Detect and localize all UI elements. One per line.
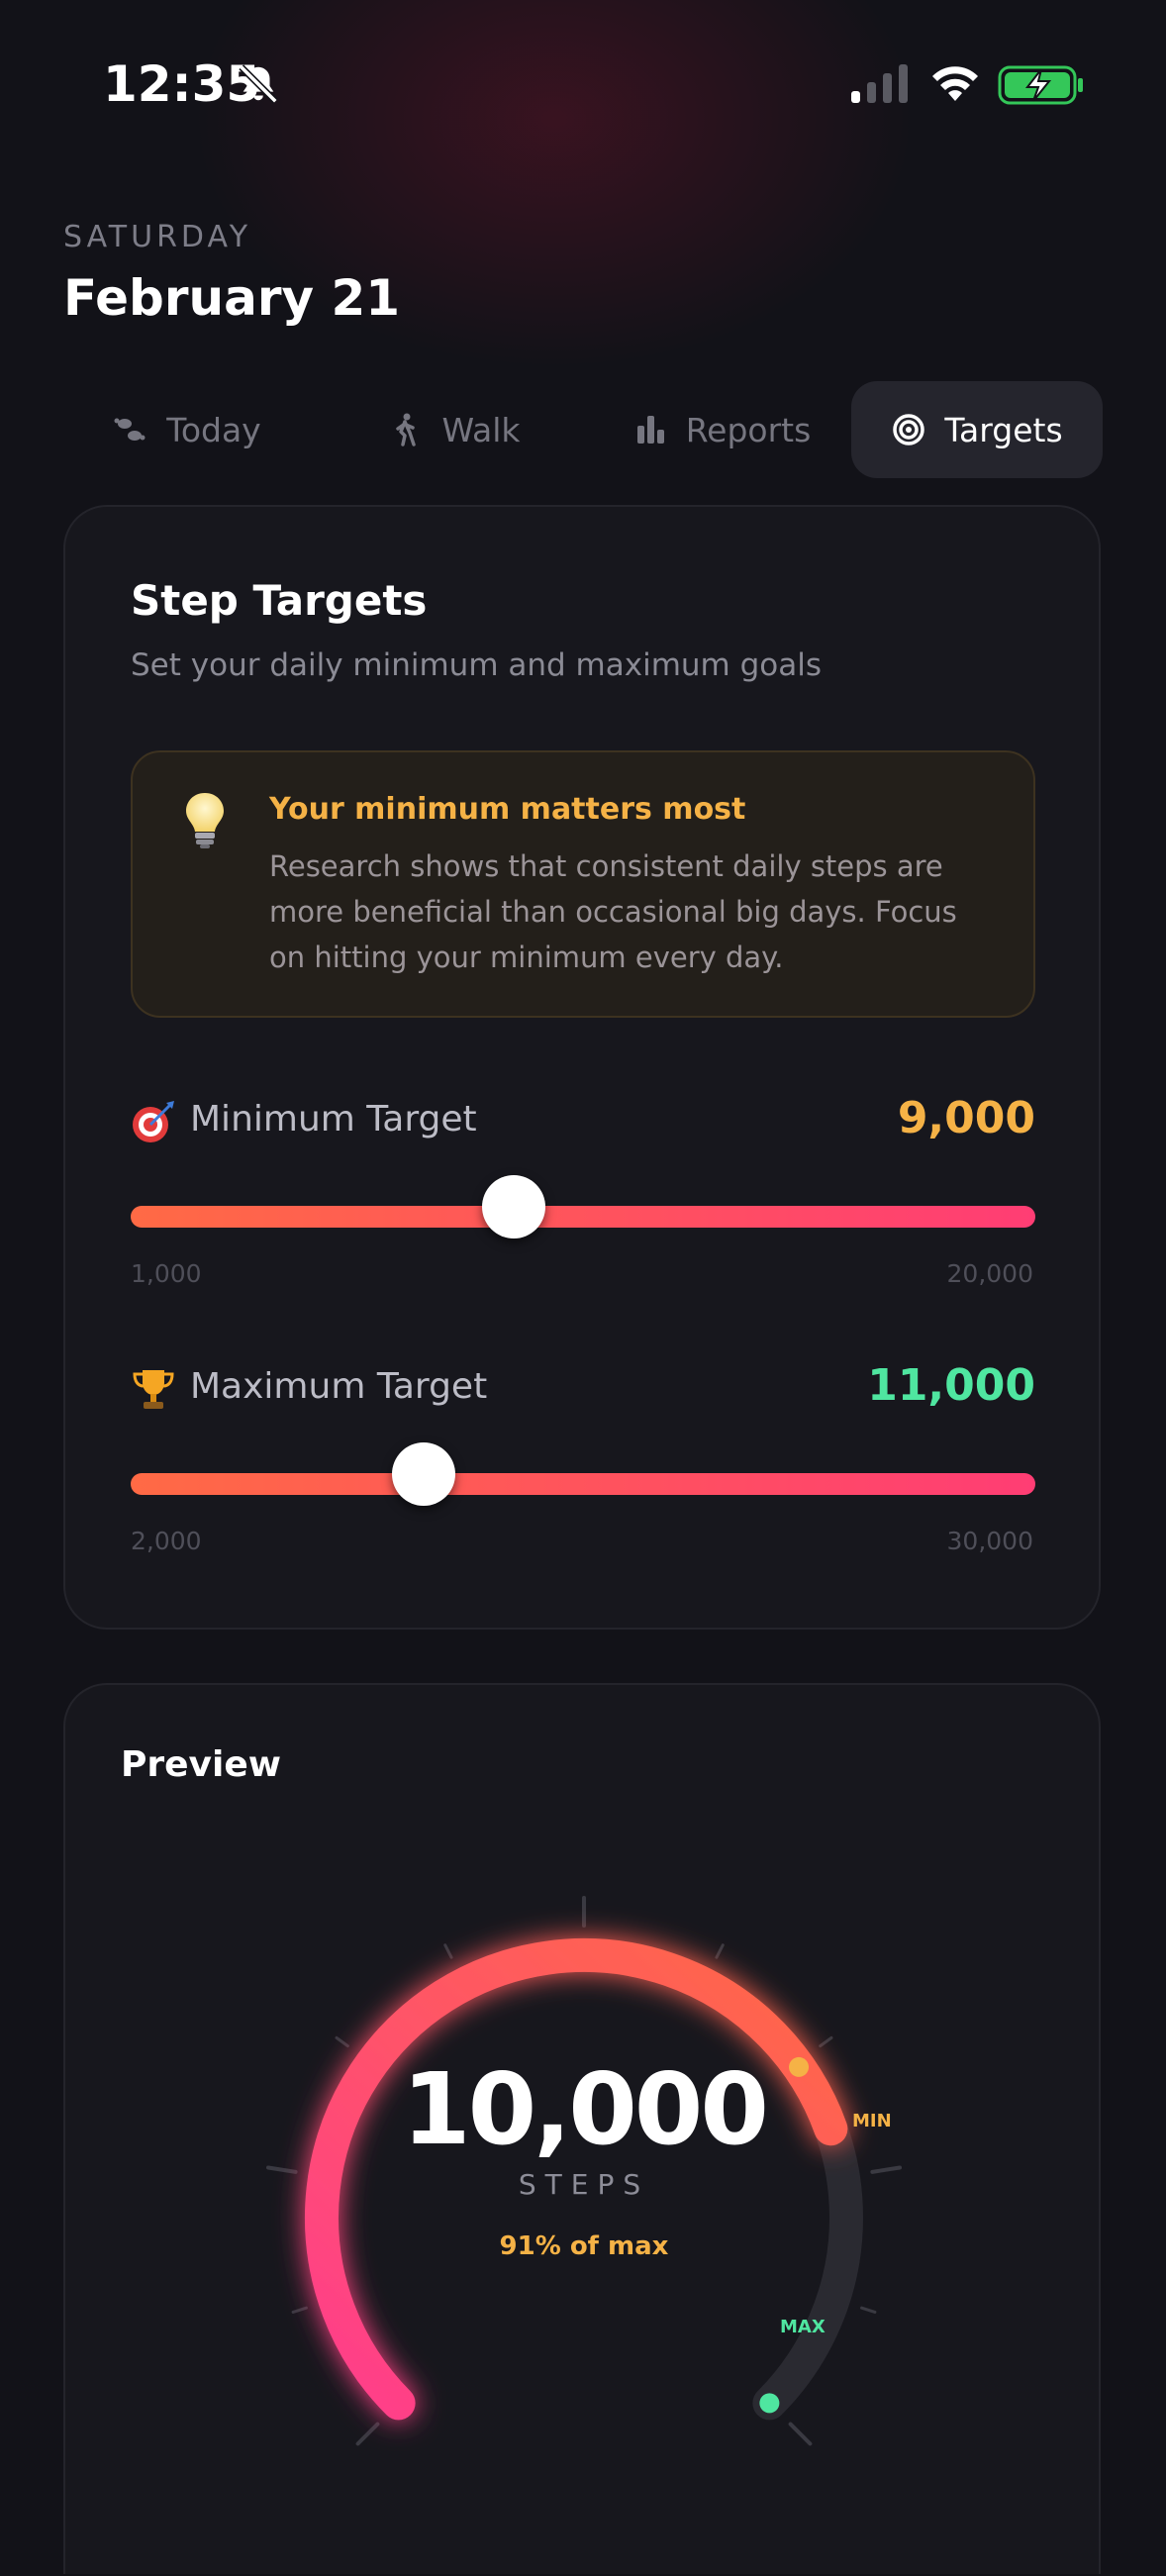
battery-charging-icon (998, 65, 1083, 105)
tip-box: Your minimum matters most Research shows… (131, 750, 1035, 1018)
bar-chart-icon (636, 416, 664, 444)
step-targets-card: Step Targets Set your daily minimum and … (63, 505, 1101, 1630)
date-title: February 21 (63, 269, 401, 327)
target-icon (893, 414, 925, 446)
silent-bell-icon (239, 64, 278, 104)
minimum-range-min: 1,000 (131, 1259, 202, 1288)
lightbulb-icon (186, 793, 224, 848)
card-subtitle: Set your daily minimum and maximum goals (131, 647, 823, 683)
gauge-tick (355, 2422, 380, 2446)
maximum-range-max: 30,000 (946, 1527, 1033, 1555)
tab-bar: Today Walk Reports Targets (63, 381, 1103, 478)
wifi-icon (932, 66, 978, 101)
minimum-target-label: Minimum Target (190, 1099, 477, 1139)
gauge-tick (819, 2035, 833, 2048)
tab-today[interactable]: Today (63, 381, 311, 478)
minimum-range-max: 20,000 (946, 1259, 1033, 1288)
gauge-steps-value: 10,000 (402, 2051, 769, 2167)
tab-walk[interactable]: Walk (331, 381, 578, 478)
status-bar: 12:35 (0, 0, 1166, 168)
gauge-tick (443, 1943, 453, 1959)
minimum-slider-thumb[interactable] (481, 1175, 545, 1238)
tab-label: Today (166, 410, 261, 449)
dart-target-icon (133, 1101, 174, 1142)
tip-body: Research shows that consistent daily ste… (269, 849, 957, 974)
tab-reports[interactable]: Reports (598, 381, 845, 478)
maximum-range-min: 2,000 (131, 1527, 202, 1555)
trophy-icon (133, 1370, 174, 1409)
maximum-target-row: Maximum Target 11,000 (131, 1358, 1035, 1418)
maximum-target-slider[interactable] (131, 1442, 1035, 1506)
day-label: SATURDAY (63, 220, 252, 254)
max-marker-dot (759, 2393, 780, 2414)
maximum-target-value: 11,000 (867, 1360, 1035, 1411)
walking-person-icon (396, 413, 417, 446)
gauge-tick (788, 2422, 813, 2446)
gauge-tick (715, 1943, 725, 1959)
gauge-tick (291, 2306, 308, 2314)
cellular-signal-icon (851, 64, 908, 103)
minimum-target-value: 9,000 (897, 1093, 1035, 1143)
tab-label: Targets (944, 410, 1063, 449)
maximum-slider-thumb[interactable] (391, 1442, 455, 1506)
minimum-target-row: Minimum Target 9,000 (131, 1091, 1035, 1150)
maximum-target-label: Maximum Target (190, 1366, 488, 1407)
tab-label: Walk (441, 410, 521, 449)
preview-card: Preview MIN MAX 10,000 STEPS 91% of max (63, 1683, 1101, 2574)
footprints-icon (114, 418, 146, 441)
minimum-target-slider[interactable] (131, 1175, 1035, 1238)
card-title: Step Targets (131, 576, 428, 625)
gauge-tick (860, 2306, 877, 2314)
gauge-tick (335, 2035, 349, 2048)
gauge-percent-label: 91% of max (499, 2231, 669, 2261)
tip-title: Your minimum matters most (269, 792, 746, 827)
tab-label: Reports (685, 410, 812, 449)
preview-title: Preview (121, 1744, 282, 1785)
max-marker-label: MAX (780, 2317, 826, 2337)
tab-targets[interactable]: Targets (851, 381, 1103, 478)
gauge-steps-unit: STEPS (518, 2168, 650, 2201)
